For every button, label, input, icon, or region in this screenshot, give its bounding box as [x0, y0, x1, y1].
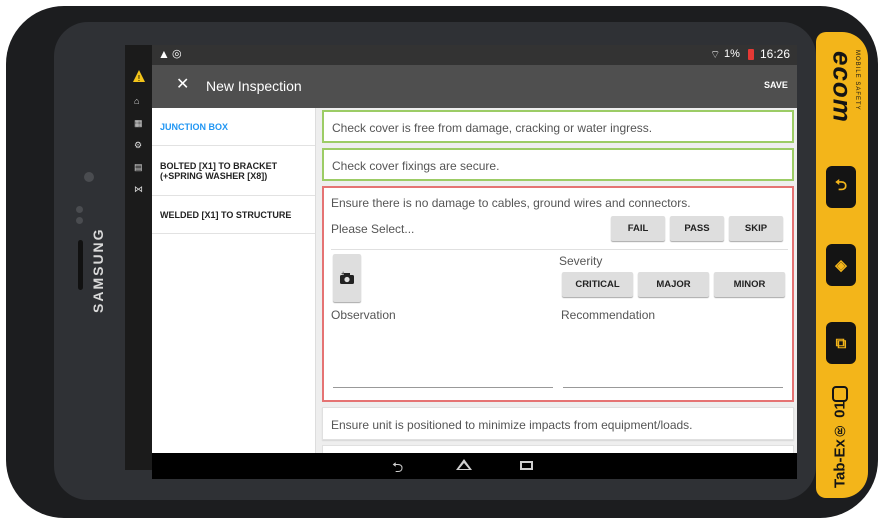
- critical-button[interactable]: CRITICAL: [562, 272, 633, 297]
- brand-logo: SAMSUNG: [90, 227, 106, 313]
- check-item[interactable]: [322, 445, 794, 453]
- check-text: Ensure there is no damage to cables, gro…: [331, 196, 691, 210]
- model-label: Tab-Ex® 01: [831, 401, 849, 489]
- app-left-rail: ! ⌂ ▦ ⚙ ▤ ⋈: [125, 45, 152, 470]
- sensor-dot: [76, 206, 83, 213]
- check-text: Check cover is free from damage, crackin…: [332, 121, 653, 135]
- observation-label: Observation: [331, 308, 396, 322]
- sidebar-item-label: BOLTED [X1] TO BRACKET (+SPRING WASHER […: [160, 160, 278, 181]
- sidebar-item-junction-box[interactable]: JUNCTION BOX: [152, 108, 315, 146]
- battery-icon: [748, 49, 754, 60]
- warning-icon: ▲: [158, 47, 170, 61]
- divider: [331, 249, 788, 250]
- hardware-back-button[interactable]: ⮌: [826, 166, 856, 208]
- severity-label: Severity: [559, 254, 603, 268]
- home-nav-inner: [459, 463, 469, 469]
- svg-text:+: +: [341, 271, 345, 277]
- fail-button[interactable]: FAIL: [611, 216, 665, 241]
- hardware-menu-button[interactable]: ⧉: [826, 322, 856, 364]
- grid-icon[interactable]: ▦: [134, 119, 143, 128]
- check-item[interactable]: Ensure unit is positioned to minimize im…: [322, 407, 794, 440]
- back-icon[interactable]: ⮌: [392, 457, 403, 481]
- major-button[interactable]: MAJOR: [638, 272, 709, 297]
- sidebar-item-bolted[interactable]: BOLTED [X1] TO BRACKET (+SPRING WASHER […: [152, 146, 315, 196]
- settings-icon[interactable]: ⚙: [134, 141, 143, 150]
- hardware-home-button[interactable]: ◈: [826, 244, 856, 286]
- sidebar: JUNCTION BOX BOLTED [X1] TO BRACKET (+SP…: [152, 108, 316, 453]
- check-item-pass[interactable]: Check cover is free from damage, crackin…: [322, 110, 794, 143]
- app-bar: ✕ New Inspection SAVE: [152, 65, 797, 108]
- sync-icon: ◎: [172, 48, 182, 60]
- check-item-fail-expanded: Ensure there is no damage to cables, gro…: [322, 186, 794, 402]
- check-item-pass[interactable]: Check cover fixings are secure.: [322, 148, 794, 181]
- recommendation-field[interactable]: [562, 326, 784, 388]
- minor-button[interactable]: MINOR: [714, 272, 785, 297]
- share-icon[interactable]: ⋈: [134, 185, 143, 194]
- clock: 16:26: [760, 47, 791, 61]
- page-title: New Inspection: [206, 78, 302, 94]
- save-button[interactable]: SAVE: [764, 80, 788, 90]
- observation-field[interactable]: [332, 326, 554, 388]
- system-nav-bar: ⮌: [152, 453, 797, 479]
- document-icon[interactable]: ▤: [134, 163, 143, 172]
- result-select[interactable]: Please Select...: [331, 222, 414, 236]
- home-icon[interactable]: ⌂: [134, 97, 143, 106]
- wifi-icon: ⌔: [710, 49, 721, 61]
- ecom-tagline: MOBILE SAFETY: [854, 50, 860, 111]
- speaker-grille: [78, 240, 83, 290]
- recents-icon[interactable]: [520, 461, 533, 470]
- sidebar-item-label: WELDED [X1] TO STRUCTURE: [160, 209, 292, 220]
- skip-button[interactable]: SKIP: [729, 216, 783, 241]
- status-bar: ▲ ◎ ⌔ 1% 16:26: [152, 45, 797, 65]
- check-text: Check cover fixings are secure.: [332, 159, 500, 173]
- check-text: Ensure unit is positioned to minimize im…: [331, 418, 693, 432]
- battery-percent: 1%: [724, 48, 740, 60]
- recommendation-label: Recommendation: [561, 308, 656, 322]
- sensor-dot: [76, 217, 83, 224]
- sidebar-item-label: JUNCTION BOX: [160, 121, 229, 132]
- sidebar-item-welded[interactable]: WELDED [X1] TO STRUCTURE: [152, 196, 315, 234]
- add-photo-button[interactable]: +: [333, 254, 361, 302]
- front-camera: [84, 172, 94, 182]
- svg-text:!: !: [137, 74, 140, 83]
- checklist: Check cover is free from damage, crackin…: [316, 108, 797, 453]
- close-icon[interactable]: ✕: [176, 76, 189, 94]
- add-photo-icon: +: [340, 271, 354, 284]
- observation-underline: [333, 387, 553, 388]
- pass-button[interactable]: PASS: [670, 216, 724, 241]
- hazard-icon[interactable]: !: [132, 69, 146, 83]
- recommendation-underline: [563, 387, 783, 388]
